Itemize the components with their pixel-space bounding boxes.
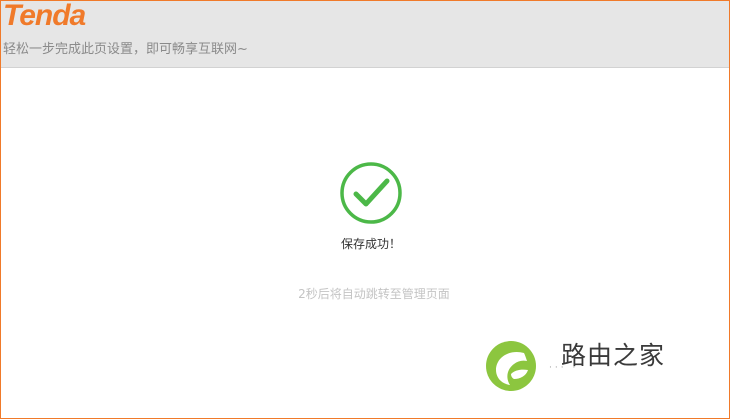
check-circle-icon [340,162,402,224]
tenda-logo: Tenda [3,0,86,32]
redirect-message: 2秒后将自动跳转至管理页面 [298,287,450,301]
watermark-text: 路由之家 [561,341,666,370]
success-message: 保存成功！ [340,237,401,251]
page-frame: Tenda 轻松一步完成此页设置，即可畅享互联网~ 保存成功！ 2秒后将自动跳转… [0,0,730,419]
header-bar: Tenda 轻松一步完成此页设置，即可畅享互联网~ [1,1,729,68]
header-tagline: 轻松一步完成此页设置，即可畅享互联网~ [3,42,248,57]
leaf-logo-icon [486,341,536,391]
